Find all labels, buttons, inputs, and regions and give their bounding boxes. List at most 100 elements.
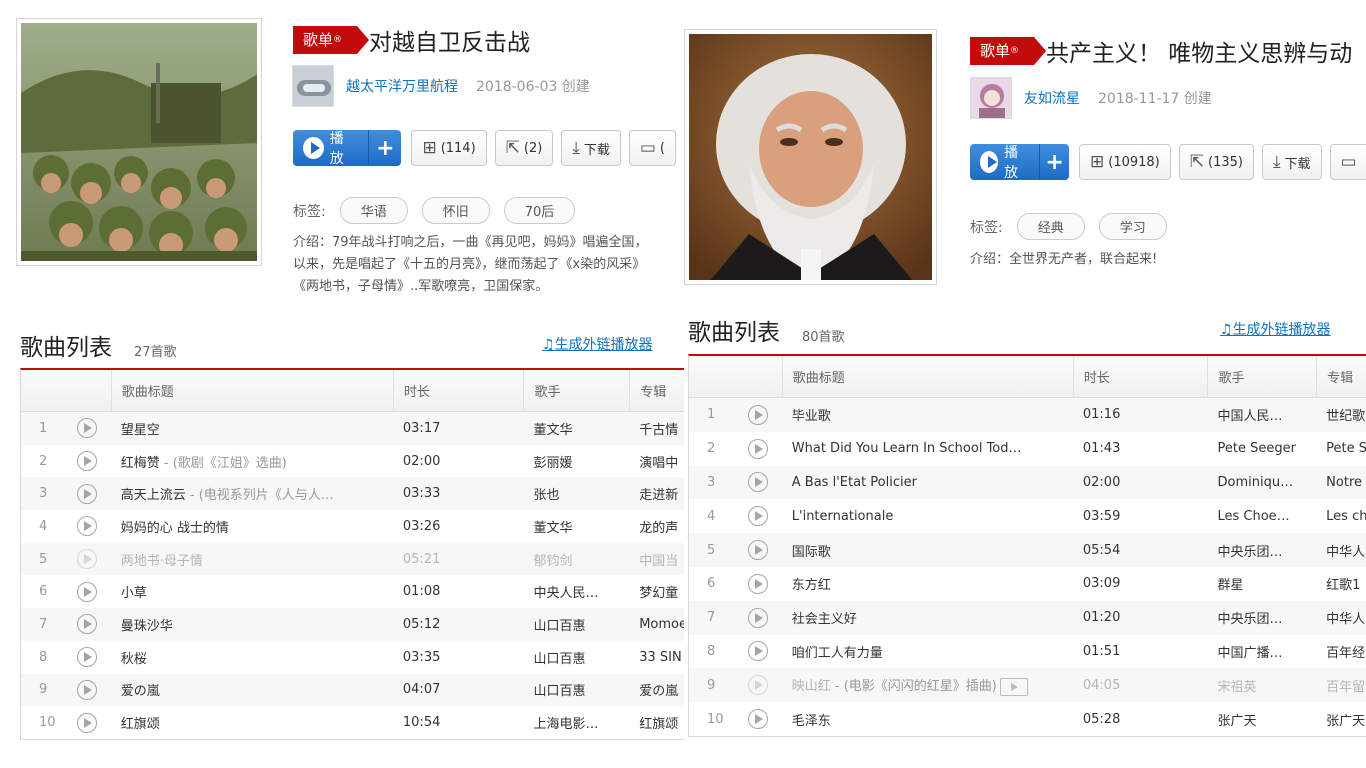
table-row[interactable]: 1 毕业歌 01:16 中国人民… 世纪歌 <box>689 398 1366 432</box>
play-circle-icon[interactable] <box>747 573 768 594</box>
add-to-queue-button[interactable]: + <box>369 130 402 166</box>
play-circle-icon[interactable] <box>76 647 97 668</box>
song-album[interactable]: Momoe <box>629 617 684 632</box>
song-title[interactable]: 国际歌 <box>792 545 831 560</box>
song-title[interactable]: 高天上流云 <box>121 488 186 503</box>
song-title[interactable]: 秋桜 <box>121 652 147 667</box>
play-circle-icon[interactable] <box>76 418 97 439</box>
table-row[interactable]: 4 妈妈的心 战士的情 03:26 董文华 龙的声 <box>21 510 684 543</box>
song-title[interactable]: 小草 <box>121 586 147 601</box>
table-row[interactable]: 7 社会主义好 01:20 中央乐团… 中华人 <box>689 600 1366 635</box>
play-circle-icon[interactable] <box>747 540 768 561</box>
table-row[interactable]: 9 映山红 - (电影《闪闪的红星》插曲) 04:05 宋祖英 百年留 <box>689 668 1366 703</box>
creator-avatar[interactable] <box>970 77 1012 119</box>
tag-item[interactable]: 怀旧 <box>421 197 490 224</box>
song-artist[interactable]: 山口百惠 <box>524 648 630 667</box>
song-title[interactable]: 红旗颂 <box>121 717 160 732</box>
song-title[interactable]: 妈妈的心 战士的情 <box>121 521 229 536</box>
share-button[interactable]: ⇱ (135) <box>1178 144 1254 180</box>
song-album[interactable]: 百年经 <box>1316 642 1366 661</box>
table-row[interactable]: 4 L'internationale 03:59 Les Choe… Les ch <box>689 499 1366 533</box>
song-artist[interactable]: 中央乐团… <box>1207 608 1316 627</box>
song-artist[interactable]: 董文华 <box>524 517 630 536</box>
play-circle-icon[interactable] <box>747 506 768 527</box>
song-artist[interactable]: 山口百惠 <box>524 680 630 699</box>
song-album[interactable]: 中华人 <box>1316 541 1366 560</box>
song-album[interactable]: Notre <box>1316 475 1366 490</box>
song-title[interactable]: 映山红 <box>792 679 831 694</box>
song-album[interactable]: 红歌1 <box>1316 574 1366 593</box>
table-row[interactable]: 6 小草 01:08 中央人民… 梦幻童 <box>21 575 684 608</box>
song-artist[interactable]: 彭丽媛 <box>524 452 630 471</box>
song-title[interactable]: 望星空 <box>121 423 160 438</box>
play-circle-icon[interactable] <box>747 675 768 696</box>
song-artist[interactable]: 中国人民… <box>1207 405 1316 424</box>
download-button[interactable]: ⤓ 下载 <box>1261 144 1322 180</box>
song-artist[interactable]: 中国广播… <box>1207 642 1316 661</box>
creator-name-link[interactable]: 越太平洋万里航程 <box>346 76 458 96</box>
tag-item[interactable]: 学习 <box>1098 213 1167 240</box>
song-title[interactable]: À Bas l'Etat Policier <box>792 475 917 490</box>
song-album[interactable]: Pete S <box>1316 441 1366 456</box>
song-title[interactable]: 毕业歌 <box>792 409 831 424</box>
play-circle-icon[interactable] <box>747 472 768 493</box>
song-artist[interactable]: 上海电影… <box>524 713 630 732</box>
song-title[interactable]: L'internationale <box>792 509 894 524</box>
collect-button[interactable]: ⊞ (114) <box>411 130 487 166</box>
song-title[interactable]: 咱们工人有力量 <box>792 646 883 661</box>
table-row[interactable]: 2 What Did You Learn In School Tod… 01:43 P… <box>689 432 1366 466</box>
song-artist[interactable]: Pete Seeger <box>1207 441 1316 456</box>
table-row[interactable]: 1 望星空 03:17 董文华 千古情 <box>21 412 684 445</box>
share-button[interactable]: ⇱ (2) <box>494 130 554 166</box>
song-album[interactable]: 百年留 <box>1316 676 1366 695</box>
play-circle-icon[interactable] <box>747 607 768 628</box>
playlist-cover[interactable] <box>684 29 937 285</box>
song-album[interactable]: 张广天 <box>1316 710 1366 729</box>
song-title[interactable]: What Did You Learn In School Tod… <box>792 441 1022 456</box>
play-circle-icon[interactable] <box>76 712 97 733</box>
song-album[interactable]: Les ch <box>1316 509 1366 524</box>
table-row[interactable]: 8 咱们工人有力量 01:51 中国广播… 百年经 <box>689 635 1366 669</box>
table-row[interactable]: 6 东方红 03:09 群星 红歌1 <box>689 567 1366 601</box>
song-title[interactable]: 曼珠沙华 <box>121 619 173 634</box>
song-album[interactable]: 梦幻童 <box>629 582 684 601</box>
comment-button[interactable]: ▭( <box>628 130 676 166</box>
creator-name-link[interactable]: 友如流星 <box>1024 88 1080 108</box>
song-album[interactable]: 世纪歌 <box>1316 405 1366 424</box>
table-row[interactable]: 7 曼珠沙华 05:12 山口百惠 Momoe <box>21 608 684 641</box>
song-title[interactable]: 两地书·母子情 <box>121 554 203 569</box>
table-row[interactable]: 10 红旗颂 10:54 上海电影… 红旗颂 <box>21 706 684 739</box>
song-artist[interactable]: 董文华 <box>524 419 630 438</box>
creator-avatar[interactable] <box>292 65 334 107</box>
play-circle-icon[interactable] <box>76 581 97 602</box>
play-circle-icon[interactable] <box>76 614 97 635</box>
play-circle-icon[interactable] <box>747 438 768 459</box>
song-album[interactable]: 33 SIN <box>629 650 684 665</box>
external-player-link[interactable]: ♫生成外链播放器 <box>542 334 653 354</box>
song-artist[interactable]: 中央乐团… <box>1207 541 1316 560</box>
playlist-cover[interactable] <box>16 18 262 266</box>
song-title[interactable]: 社会主义好 <box>792 612 857 627</box>
song-artist[interactable]: 中央人民… <box>524 582 630 601</box>
song-album[interactable]: 龙的声 <box>629 517 684 536</box>
tag-item[interactable]: 经典 <box>1016 213 1085 240</box>
play-button[interactable]: 播放 <box>293 130 370 166</box>
play-circle-icon[interactable] <box>76 549 97 570</box>
play-button[interactable]: 播放 <box>970 144 1041 180</box>
table-row[interactable]: 10 毛泽东 05:28 张广天 张广天 <box>689 702 1366 736</box>
song-album[interactable]: 千古情 <box>629 419 684 438</box>
song-title[interactable]: 毛泽东 <box>792 714 831 729</box>
song-album[interactable]: 红旗颂 <box>629 713 684 732</box>
song-artist[interactable]: Dominiqu… <box>1207 475 1316 490</box>
play-circle-icon[interactable] <box>76 516 97 537</box>
song-artist[interactable]: Les Choe… <box>1207 509 1316 524</box>
play-circle-icon[interactable] <box>747 641 768 662</box>
song-title[interactable]: 红梅赞 <box>121 456 160 471</box>
song-artist[interactable]: 山口百惠 <box>524 615 630 634</box>
table-row[interactable]: 5 国际歌 05:54 中央乐团… 中华人 <box>689 533 1366 567</box>
add-to-queue-button[interactable]: + <box>1040 144 1069 180</box>
song-artist[interactable]: 宋祖英 <box>1207 676 1316 695</box>
play-circle-icon[interactable] <box>747 709 768 730</box>
external-player-link[interactable]: ♫生成外链播放器 <box>1220 319 1331 339</box>
song-artist[interactable]: 郁钧剑 <box>524 550 630 569</box>
